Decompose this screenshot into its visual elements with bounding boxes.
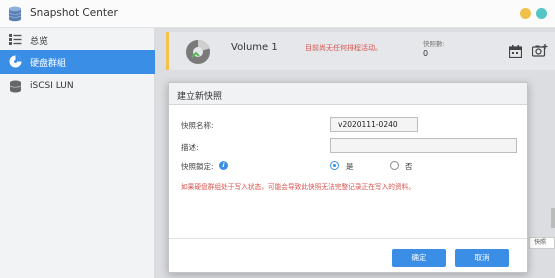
info-icon[interactable]: i (219, 161, 228, 170)
lock-yes-radio[interactable] (330, 161, 339, 170)
snapshot-tab[interactable]: 快照 (529, 237, 555, 249)
volume-status: 目前尚无任何排程活动。 (305, 44, 382, 52)
snapshot-count: 0 (423, 49, 429, 58)
volume-usage-pie-icon (186, 39, 210, 64)
warning-message: 如果硬盘群组处于写入状态，可能会导致此快照无法完整记录正在写入的资料。 (181, 183, 416, 191)
take-snapshot-camera-icon[interactable] (532, 44, 548, 58)
snapshot-count-label: 快照數: (423, 40, 445, 48)
description-label: 描述: (181, 143, 199, 152)
lock-no-radio[interactable] (390, 161, 399, 170)
sidebar-item-label: iSCSI LUN (30, 81, 74, 91)
app-title: Snapshot Center (30, 7, 118, 19)
snapshot-name-input[interactable] (330, 117, 418, 132)
create-snapshot-dialog: 建立新快照 快照名称: 描述: 快照鎖定: i 是 否 如果硬盘群组处于写入状态… (168, 82, 528, 273)
sidebar-item-iscsi-lun[interactable]: iSCSI LUN (0, 75, 155, 99)
snapshot-name-label: 快照名称: (181, 121, 214, 130)
database-icon (8, 6, 22, 22)
disk-pie-icon (9, 55, 22, 68)
volume-name: Volume 1 (231, 42, 278, 53)
title-bar: Snapshot Center (0, 0, 555, 28)
sidebar-item-overview[interactable]: 总览 (0, 28, 155, 52)
schedule-calendar-icon[interactable] (509, 45, 522, 58)
minimize-button[interactable] (520, 8, 531, 19)
description-input[interactable] (330, 138, 517, 153)
lock-yes-label: 是 (346, 162, 354, 171)
confirm-button[interactable]: 确定 (392, 249, 446, 267)
scrollbar[interactable] (551, 208, 555, 228)
sidebar: 总览 硬盘群組 iSCSI LUN (0, 28, 155, 278)
dialog-title: 建立新快照 (177, 92, 223, 102)
lock-no-label: 否 (405, 162, 413, 171)
cancel-button[interactable]: 取消 (455, 249, 509, 267)
overview-list-icon (9, 34, 22, 45)
dialog-header: 建立新快照 (169, 83, 527, 105)
sidebar-item-label: 总览 (30, 37, 49, 47)
database-icon (9, 80, 22, 93)
sidebar-item-label: 硬盘群組 (30, 59, 67, 69)
dialog-divider (169, 238, 527, 239)
sidebar-item-disk-group[interactable]: 硬盘群組 (0, 50, 155, 74)
volume-row[interactable]: Volume 1 目前尚无任何排程活动。 快照數: 0 (166, 32, 555, 70)
maximize-button[interactable] (536, 8, 547, 19)
snapshot-lock-label: 快照鎖定: (181, 162, 214, 171)
